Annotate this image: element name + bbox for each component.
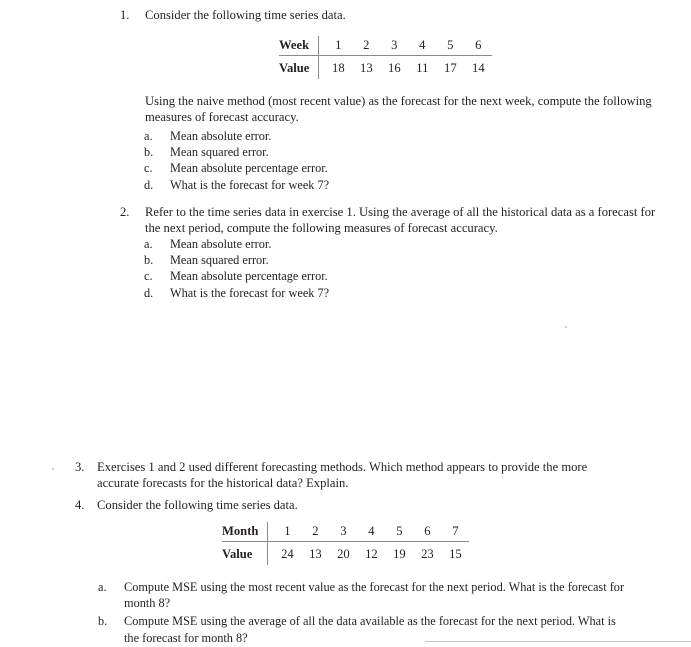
subitem-d-text: What is the forecast for week 7? <box>170 285 330 300</box>
month-period-2: 2 <box>301 522 330 542</box>
exercise-1-subitems: a. Mean absolute error. b. Mean squared … <box>144 128 544 193</box>
subitem-a-marker: a. <box>144 129 153 143</box>
subitem-a-marker: a. <box>144 237 153 251</box>
month-value-6: 23 <box>421 547 434 561</box>
table-row: Value 18 13 16 11 17 14 <box>279 55 492 79</box>
subitem-c-marker: c. <box>144 161 153 176</box>
exercise-1: 1. Consider the following time series da… <box>120 7 660 23</box>
month-value-3: 20 <box>337 547 350 561</box>
exercise-1-number: 1. <box>120 8 130 22</box>
month-period-3: 3 <box>329 522 358 542</box>
time-series-table-week: Week 1 2 3 4 5 6 Value 18 13 16 11 17 14 <box>279 36 493 79</box>
exercise-2-subitems: a. Mean absolute error. b. Mean squared … <box>144 236 544 301</box>
week-value-1: 18 <box>332 61 345 75</box>
exercise-3: 3. Exercises 1 and 2 used different fore… <box>75 459 615 492</box>
week-period-5: 5 <box>436 36 465 56</box>
month-period-6: 6 <box>413 522 442 542</box>
exercise-2-subitem-c: c. Mean absolute percentage error. <box>144 268 544 284</box>
month-period-1: 1 <box>267 522 302 542</box>
table-row-label-value: Value <box>279 55 320 79</box>
table-row: Month 1 2 3 4 5 6 7 <box>222 522 470 542</box>
exercise-4: 4. Consider the following time series da… <box>75 497 615 513</box>
exercise-1-prompt: Consider the following time series data. <box>145 8 346 22</box>
subitem-c-text: Mean absolute percentage error. <box>170 161 328 176</box>
month-value-2: 13 <box>309 547 322 561</box>
table-row-label-month: Month <box>222 522 269 542</box>
scan-speck <box>565 326 567 328</box>
month-value-5: 19 <box>393 547 406 561</box>
exercise-1-subitem-b: b. Mean squared error. <box>144 144 544 160</box>
subitem-b-marker: b. <box>98 614 108 629</box>
scan-artifact-line <box>425 641 691 642</box>
week-period-2: 2 <box>352 36 381 56</box>
exercise-1-subitem-c: c. Mean absolute percentage error. <box>144 160 544 176</box>
exercise-4-subitems: a. Compute MSE using the most recent val… <box>98 579 626 646</box>
week-period-3: 3 <box>380 36 409 56</box>
month-value-1: 24 <box>281 547 294 561</box>
week-period-6: 6 <box>464 36 493 56</box>
exercise-4-number: 4. <box>75 498 85 512</box>
exercise-2-number: 2. <box>120 205 130 219</box>
subitem-d-text: What is the forecast for week 7? <box>170 177 330 192</box>
subitem-b-marker: b. <box>144 253 154 268</box>
scan-speck <box>52 468 54 470</box>
time-series-table-month: Month 1 2 3 4 5 6 7 Value 24 13 20 12 19… <box>222 522 470 565</box>
exercise-4-subitem-a: a. Compute MSE using the most recent val… <box>98 579 626 611</box>
subitem-c-marker: c. <box>144 269 153 284</box>
subitem-a-text: Mean absolute error. <box>170 129 272 143</box>
exercise-2-subitem-a: a. Mean absolute error. <box>144 236 544 252</box>
table-row: Value 24 13 20 12 19 23 15 <box>222 541 469 565</box>
exercise-2-prompt: Refer to the time series data in exercis… <box>145 205 656 236</box>
subitem-c-text: Mean absolute percentage error. <box>170 269 328 284</box>
week-value-6: 14 <box>472 61 485 75</box>
exercise-2-subitem-b: b. Mean squared error. <box>144 252 544 268</box>
subitem-a-text: Mean absolute error. <box>170 237 272 251</box>
week-value-3: 16 <box>388 61 401 75</box>
exercise-4-prompt: Consider the following time series data. <box>97 498 298 512</box>
month-period-5: 5 <box>385 522 414 542</box>
exercise-1-subitem-a: a. Mean absolute error. <box>144 128 544 144</box>
table-row-label-week: Week <box>279 36 320 56</box>
exercise-2-subitem-d: d. What is the forecast for week 7? <box>144 285 544 301</box>
subitem-b-text: Mean squared error. <box>170 145 269 160</box>
exercise-3-number: 3. <box>75 460 85 474</box>
week-period-1: 1 <box>318 36 353 56</box>
exercise-3-prompt: Exercises 1 and 2 used different forecas… <box>97 460 588 491</box>
subitem-a-marker: a. <box>98 580 107 594</box>
exercise-1-instruction: Using the naive method (most recent valu… <box>145 94 652 125</box>
exercise-1-subitem-d: d. What is the forecast for week 7? <box>144 177 544 193</box>
document-page: 1. Consider the following time series da… <box>0 0 691 647</box>
month-value-7: 15 <box>449 547 462 561</box>
month-value-4: 12 <box>365 547 378 561</box>
week-value-5: 17 <box>444 61 457 75</box>
subitem-b-text: Mean squared error. <box>170 253 269 268</box>
subitem-d-marker: d. <box>144 285 154 300</box>
table-row-label-value: Value <box>222 541 269 565</box>
week-value-2: 13 <box>360 61 373 75</box>
table-row: Week 1 2 3 4 5 6 <box>279 36 493 56</box>
month-period-7: 7 <box>441 522 470 542</box>
week-period-4: 4 <box>408 36 437 56</box>
subitem-b-marker: b. <box>144 145 154 160</box>
subitem-d-marker: d. <box>144 177 154 192</box>
week-value-4: 11 <box>416 61 429 75</box>
month-period-4: 4 <box>357 522 386 542</box>
exercise-2: 2. Refer to the time series data in exer… <box>120 204 658 237</box>
subitem-a-text: Compute MSE using the most recent value … <box>124 580 625 611</box>
